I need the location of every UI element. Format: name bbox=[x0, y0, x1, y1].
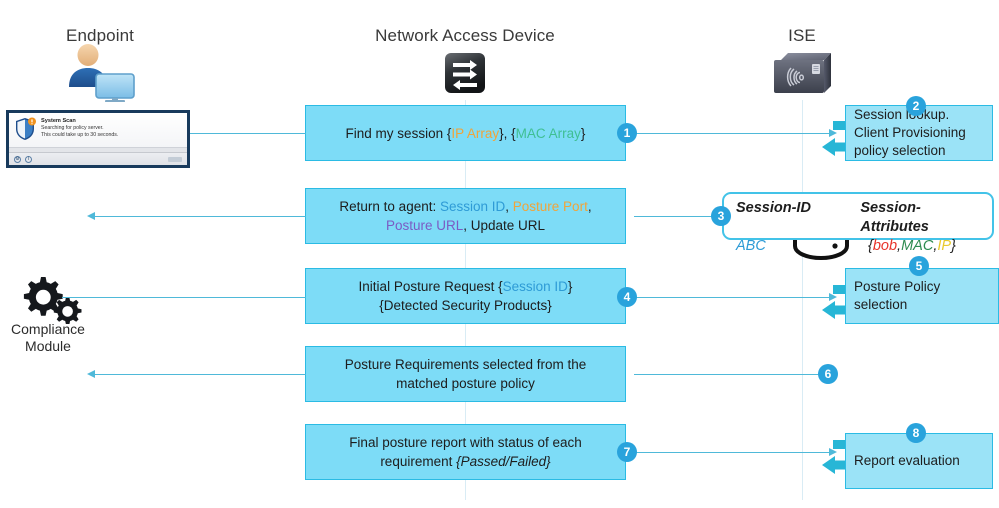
step-badge-1: 1 bbox=[617, 123, 637, 143]
system-scan-window[interactable]: System Scan Searching for policy server.… bbox=[6, 110, 190, 168]
column-title-network-access-device: Network Access Device bbox=[375, 26, 555, 45]
session-table-value-row: ABC {bob,MAC,IP} bbox=[736, 237, 980, 256]
msg5-part-2: {Passed/Failed} bbox=[456, 454, 551, 469]
shield-icon bbox=[14, 117, 36, 141]
attr-part-5: IP bbox=[937, 238, 952, 254]
system-scan-body: System Scan Searching for policy server.… bbox=[9, 113, 187, 147]
compliance-module-line2: Module bbox=[25, 338, 71, 354]
column-title-endpoint: Endpoint bbox=[66, 26, 134, 45]
system-scan-title: System Scan bbox=[41, 118, 76, 124]
connector-msg2-to-table bbox=[634, 216, 718, 217]
msg2-part-5: Posture URL bbox=[385, 218, 464, 233]
connector-msg4-to-endpoint bbox=[95, 374, 306, 375]
message-text-posture-requirements: Posture Requirements selected from the m… bbox=[345, 355, 587, 393]
session-table-header-session-id: Session-ID bbox=[736, 200, 811, 216]
gear-icon[interactable]: ⚙ bbox=[14, 155, 21, 163]
system-scan-footer: ⚙ i bbox=[9, 152, 187, 165]
msg2-part-1: Session ID bbox=[439, 199, 506, 214]
network-switch-icon bbox=[444, 52, 486, 99]
msg1-part-1: IP Array bbox=[451, 125, 500, 141]
message-box-initial-posture-request[interactable]: Initial Posture Request {Session ID} {De… bbox=[305, 268, 626, 324]
connector-msg4-from-ise bbox=[634, 374, 820, 375]
session-table[interactable]: Session-ID Session-Attributes ABC {bob,M… bbox=[722, 192, 994, 254]
ise-box-posture-policy-selection[interactable]: Posture Policy selection bbox=[845, 268, 999, 324]
message-text-find-session: Find my session {IP Array}, {MAC Array} bbox=[346, 124, 586, 143]
msg3-part-1: Session ID bbox=[502, 279, 568, 294]
msg5-part-0: Final posture report with status of each bbox=[349, 435, 582, 450]
msg2-part-0: Return to agent: bbox=[339, 199, 440, 214]
step-badge-4: 4 bbox=[617, 287, 637, 307]
message-box-return-to-agent[interactable]: Return to agent: Session ID, Posture Por… bbox=[305, 188, 626, 244]
msg1-part-4: } bbox=[580, 125, 586, 141]
message-box-final-posture-report[interactable]: Final posture report with status of each… bbox=[305, 424, 626, 480]
msg2-part-3: Posture Port bbox=[512, 199, 588, 214]
ise-box-1-line-2: policy selection bbox=[854, 143, 946, 158]
message-text-initial-posture-request: Initial Posture Request {Session ID} {De… bbox=[359, 277, 573, 315]
msg4-part-0: Posture Requirements selected from the bbox=[344, 357, 587, 372]
compliance-module-label: Compliance Module bbox=[0, 321, 108, 355]
msg2-part-2: , bbox=[505, 199, 513, 214]
connector-msg5-to-ise bbox=[634, 452, 832, 453]
msg3-part-2: } bbox=[567, 279, 573, 294]
step-badge-5: 5 bbox=[909, 256, 929, 276]
step-badge-3: 3 bbox=[711, 206, 731, 226]
message-box-find-session[interactable]: Find my session {IP Array}, {MAC Array} bbox=[305, 105, 626, 161]
lifeline-ise bbox=[802, 100, 803, 500]
column-title-ise: ISE bbox=[788, 26, 816, 45]
footer-chip bbox=[168, 156, 182, 162]
message-box-posture-requirements[interactable]: Posture Requirements selected from the m… bbox=[305, 346, 626, 402]
user-computer-icon bbox=[62, 44, 140, 107]
connector-msg3-to-ise bbox=[634, 297, 832, 298]
msg1-part-3: MAC Array bbox=[515, 125, 581, 141]
connector-msg2-to-endpoint bbox=[95, 216, 306, 217]
arrowhead-msg2-left bbox=[87, 211, 95, 220]
session-table-header-session-attributes: Session-Attributes bbox=[860, 200, 929, 235]
msg1-part-2: }, { bbox=[499, 125, 516, 141]
session-table-value-session-attributes: {bob,MAC,IP} bbox=[868, 237, 956, 256]
message-text-final-posture-report: Final posture report with status of each… bbox=[349, 433, 582, 471]
step-badge-8: 8 bbox=[906, 423, 926, 443]
attr-part-3: MAC bbox=[901, 238, 934, 254]
system-scan-line1: Searching for policy server. bbox=[41, 125, 104, 131]
ise-server-fingerprint-icon bbox=[772, 50, 832, 101]
compliance-module-line1: Compliance bbox=[11, 321, 85, 337]
diagram-canvas: Endpoint Network Access Device ISE Syste… bbox=[0, 0, 999, 508]
msg4-part-1: matched posture policy bbox=[396, 376, 535, 391]
msg3-part-0: Initial Posture Request { bbox=[358, 279, 503, 294]
info-icon[interactable]: i bbox=[25, 155, 32, 163]
ise-box-1-line-1: Client Provisioning bbox=[854, 125, 966, 140]
system-scan-texts: System Scan Searching for policy server.… bbox=[41, 117, 118, 139]
arrowhead-msg4-left bbox=[87, 369, 95, 378]
connector-endpoint-to-msg1 bbox=[190, 133, 306, 134]
step-badge-2: 2 bbox=[906, 96, 926, 116]
msg1-part-0: Find my session { bbox=[345, 125, 452, 141]
msg2-part-4: , bbox=[587, 199, 592, 214]
step-badge-6: 6 bbox=[818, 364, 838, 384]
ise-box-2-line-0: Posture Policy bbox=[854, 279, 941, 294]
msg2-part-6: , Update URL bbox=[463, 218, 546, 233]
message-text-return-to-agent: Return to agent: Session ID, Posture Por… bbox=[339, 197, 591, 235]
system-scan-line2: This could take up to 30 seconds. bbox=[41, 132, 119, 138]
session-table-value-session-id: ABC bbox=[736, 238, 766, 254]
attr-part-1: bob bbox=[872, 238, 898, 254]
step-badge-7: 7 bbox=[617, 442, 637, 462]
msg5-part-1: requirement bbox=[380, 454, 457, 469]
connector-msg1-to-ise bbox=[634, 133, 832, 134]
ise-box-2-line-1: selection bbox=[854, 297, 908, 312]
ise-box-3-line-0: Report evaluation bbox=[854, 453, 960, 468]
session-table-header-row: Session-ID Session-Attributes bbox=[736, 199, 980, 237]
msg3-part-3: {Detected Security Products} bbox=[379, 298, 552, 313]
connector-compliance-to-msg3 bbox=[62, 297, 306, 298]
attr-part-6: } bbox=[951, 238, 956, 254]
